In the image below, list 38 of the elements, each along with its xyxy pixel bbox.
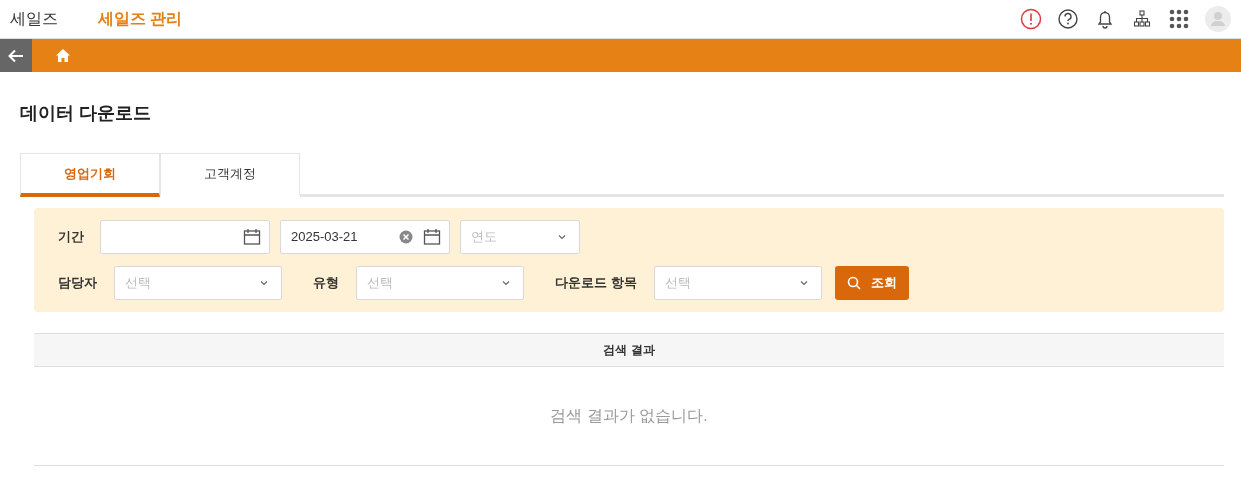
type-select[interactable]: 선택 — [356, 266, 524, 300]
start-date-field[interactable] — [100, 220, 270, 254]
field-label: 기간 — [58, 228, 85, 247]
page-title: 데이터 다운로드 — [20, 102, 152, 125]
download-items-select[interactable]: 선택 — [653, 266, 822, 300]
clear-icon[interactable] — [399, 230, 413, 244]
org-chart-icon[interactable] — [1131, 8, 1153, 30]
field-label: 담당자 — [58, 274, 98, 293]
year-select[interactable]: 연도 — [469, 226, 557, 248]
back-button[interactable] — [0, 39, 32, 72]
app-title: 세일즈 관리 — [98, 9, 183, 29]
home-icon — [56, 49, 70, 62]
chevron-down-icon — [501, 280, 511, 286]
empty-message: 검색 결과가 없습니다. — [550, 406, 708, 426]
year-select[interactable]: 연도 — [460, 220, 580, 254]
chevron-down-icon — [798, 280, 809, 286]
calendar-icon[interactable] — [243, 228, 261, 246]
help-icon[interactable] — [1057, 8, 1079, 30]
field-label: 다운로드 항목 — [555, 274, 637, 293]
back-arrow-icon — [8, 48, 24, 63]
calendar-icon[interactable] — [423, 228, 441, 246]
results-header: 검색 결과 — [34, 333, 1224, 367]
search-icon — [846, 276, 861, 290]
app-grid-icon[interactable] — [1168, 8, 1190, 30]
tab[interactable]: 영업기회 — [20, 153, 160, 197]
download-items-select[interactable]: 선택 — [662, 272, 799, 294]
tab[interactable]: 고객계정 — [160, 153, 300, 197]
owner-select[interactable]: 선택 — [123, 272, 259, 294]
type-select[interactable]: 선택 — [365, 272, 501, 294]
end-date-field[interactable]: 2025-03-21 — [289, 226, 399, 248]
field-label: 유형 — [313, 274, 339, 293]
brand-name: 세일즈 — [10, 9, 58, 29]
alert-icon[interactable] — [1020, 8, 1042, 30]
chevron-down-icon — [557, 234, 567, 240]
end-date-field[interactable]: 2025-03-21 — [280, 220, 450, 254]
search-button[interactable]: 조회 — [834, 266, 909, 300]
owner-select[interactable]: 선택 — [114, 266, 282, 300]
chevron-down-icon — [259, 280, 269, 286]
